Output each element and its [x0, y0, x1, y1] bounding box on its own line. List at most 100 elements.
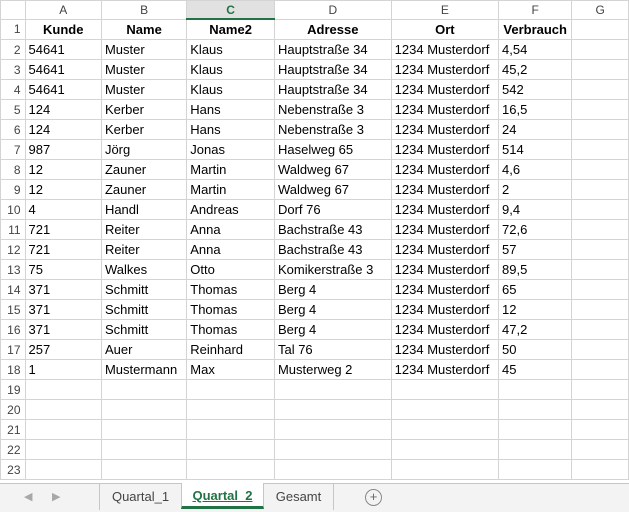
- cell[interactable]: Thomas: [186, 319, 275, 340]
- triangle-left-icon[interactable]: ◀: [24, 490, 32, 503]
- cell[interactable]: 1234 Musterdorf: [390, 79, 500, 100]
- row-header[interactable]: 18: [0, 359, 26, 380]
- row-header[interactable]: 15: [0, 299, 26, 320]
- row-header[interactable]: 10: [0, 199, 26, 220]
- cell[interactable]: [186, 419, 275, 440]
- cell[interactable]: [100, 379, 188, 400]
- triangle-right-icon[interactable]: ▶: [52, 490, 60, 503]
- cell[interactable]: [100, 439, 188, 460]
- row-header[interactable]: 9: [0, 179, 26, 200]
- cell[interactable]: 4,6: [498, 159, 573, 180]
- cell[interactable]: 1234 Musterdorf: [390, 359, 500, 380]
- cell[interactable]: 12: [498, 299, 573, 320]
- cell[interactable]: Muster: [100, 59, 188, 80]
- cell[interactable]: Auer: [100, 339, 188, 360]
- row-header[interactable]: 20: [0, 399, 26, 420]
- cell[interactable]: Martin: [186, 159, 275, 180]
- cell[interactable]: [390, 379, 500, 400]
- row-header[interactable]: 4: [0, 79, 26, 100]
- cell[interactable]: Zauner: [100, 179, 188, 200]
- cell[interactable]: [24, 379, 102, 400]
- row-header[interactable]: 1: [0, 18, 26, 40]
- cell[interactable]: 89,5: [498, 259, 573, 280]
- spreadsheet-grid[interactable]: A B C D E F G 1 Kunde Name Name2 Adresse…: [0, 0, 629, 483]
- cell[interactable]: [571, 439, 629, 460]
- cell[interactable]: 124: [24, 99, 102, 120]
- cell[interactable]: 514: [498, 139, 573, 160]
- column-header-g[interactable]: G: [571, 0, 629, 20]
- cell[interactable]: [186, 379, 275, 400]
- cell[interactable]: Nebenstraße 3: [273, 119, 392, 140]
- cell[interactable]: [571, 459, 629, 480]
- cell[interactable]: 987: [24, 139, 102, 160]
- cell[interactable]: [186, 459, 275, 480]
- cell[interactable]: 1234 Musterdorf: [390, 59, 500, 80]
- cell[interactable]: 721: [24, 239, 102, 260]
- cell[interactable]: Zauner: [100, 159, 188, 180]
- cell[interactable]: Max: [186, 359, 275, 380]
- cell[interactable]: Anna: [186, 219, 275, 240]
- cell[interactable]: 4: [24, 199, 102, 220]
- cell[interactable]: [571, 119, 629, 140]
- cell[interactable]: Komikerstraße 3: [273, 259, 392, 280]
- cell[interactable]: 47,2: [498, 319, 573, 340]
- column-header-d[interactable]: D: [273, 0, 392, 20]
- cell[interactable]: [273, 379, 392, 400]
- cell[interactable]: 45,2: [498, 59, 573, 80]
- column-header-e[interactable]: E: [390, 0, 500, 20]
- cell[interactable]: [571, 59, 629, 80]
- cell[interactable]: Berg 4: [273, 319, 392, 340]
- column-header-b[interactable]: B: [100, 0, 188, 20]
- cell[interactable]: 54641: [24, 79, 102, 100]
- cell[interactable]: 1234 Musterdorf: [390, 99, 500, 120]
- cell[interactable]: 1234 Musterdorf: [390, 279, 500, 300]
- cell[interactable]: 65: [498, 279, 573, 300]
- cell[interactable]: Reiter: [100, 239, 188, 260]
- cell[interactable]: Reinhard: [186, 339, 275, 360]
- cell[interactable]: 12: [24, 179, 102, 200]
- cell[interactable]: Hans: [186, 99, 275, 120]
- row-header[interactable]: 21: [0, 419, 26, 440]
- cell[interactable]: 1234 Musterdorf: [390, 199, 500, 220]
- cell[interactable]: [571, 139, 629, 160]
- cell[interactable]: Bachstraße 43: [273, 219, 392, 240]
- cell[interactable]: [571, 399, 629, 420]
- cell[interactable]: 1234 Musterdorf: [390, 259, 500, 280]
- cell[interactable]: Hans: [186, 119, 275, 140]
- cell[interactable]: [571, 79, 629, 100]
- cell[interactable]: [100, 459, 188, 480]
- row-header[interactable]: 22: [0, 439, 26, 460]
- cell[interactable]: Haselweg 65: [273, 139, 392, 160]
- cell[interactable]: Hauptstraße 34: [273, 79, 392, 100]
- cell[interactable]: 1234 Musterdorf: [390, 219, 500, 240]
- cell[interactable]: [571, 339, 629, 360]
- cell[interactable]: 54641: [24, 59, 102, 80]
- cell[interactable]: Kerber: [100, 119, 188, 140]
- row-header[interactable]: 8: [0, 159, 26, 180]
- cell[interactable]: Jörg: [100, 139, 188, 160]
- cell[interactable]: 257: [24, 339, 102, 360]
- cell[interactable]: [100, 399, 188, 420]
- cell[interactable]: [571, 239, 629, 260]
- header-cell-name2[interactable]: Name2: [186, 18, 275, 40]
- cell[interactable]: 72,6: [498, 219, 573, 240]
- cell[interactable]: [571, 99, 629, 120]
- cell[interactable]: [571, 379, 629, 400]
- cell[interactable]: Jonas: [186, 139, 275, 160]
- column-header-c[interactable]: C: [186, 0, 275, 20]
- cell[interactable]: 1234 Musterdorf: [390, 299, 500, 320]
- cell[interactable]: 16,5: [498, 99, 573, 120]
- cell[interactable]: 57: [498, 239, 573, 260]
- cell[interactable]: [390, 439, 500, 460]
- header-cell-name[interactable]: Name: [100, 18, 188, 40]
- cell[interactable]: [273, 419, 392, 440]
- cell[interactable]: [390, 459, 500, 480]
- cell[interactable]: [100, 419, 188, 440]
- row-header[interactable]: 11: [0, 219, 26, 240]
- cell[interactable]: Dorf 76: [273, 199, 392, 220]
- cell[interactable]: [498, 459, 573, 480]
- cell[interactable]: [571, 279, 629, 300]
- cell[interactable]: 50: [498, 339, 573, 360]
- cell[interactable]: [498, 379, 573, 400]
- row-header[interactable]: 17: [0, 339, 26, 360]
